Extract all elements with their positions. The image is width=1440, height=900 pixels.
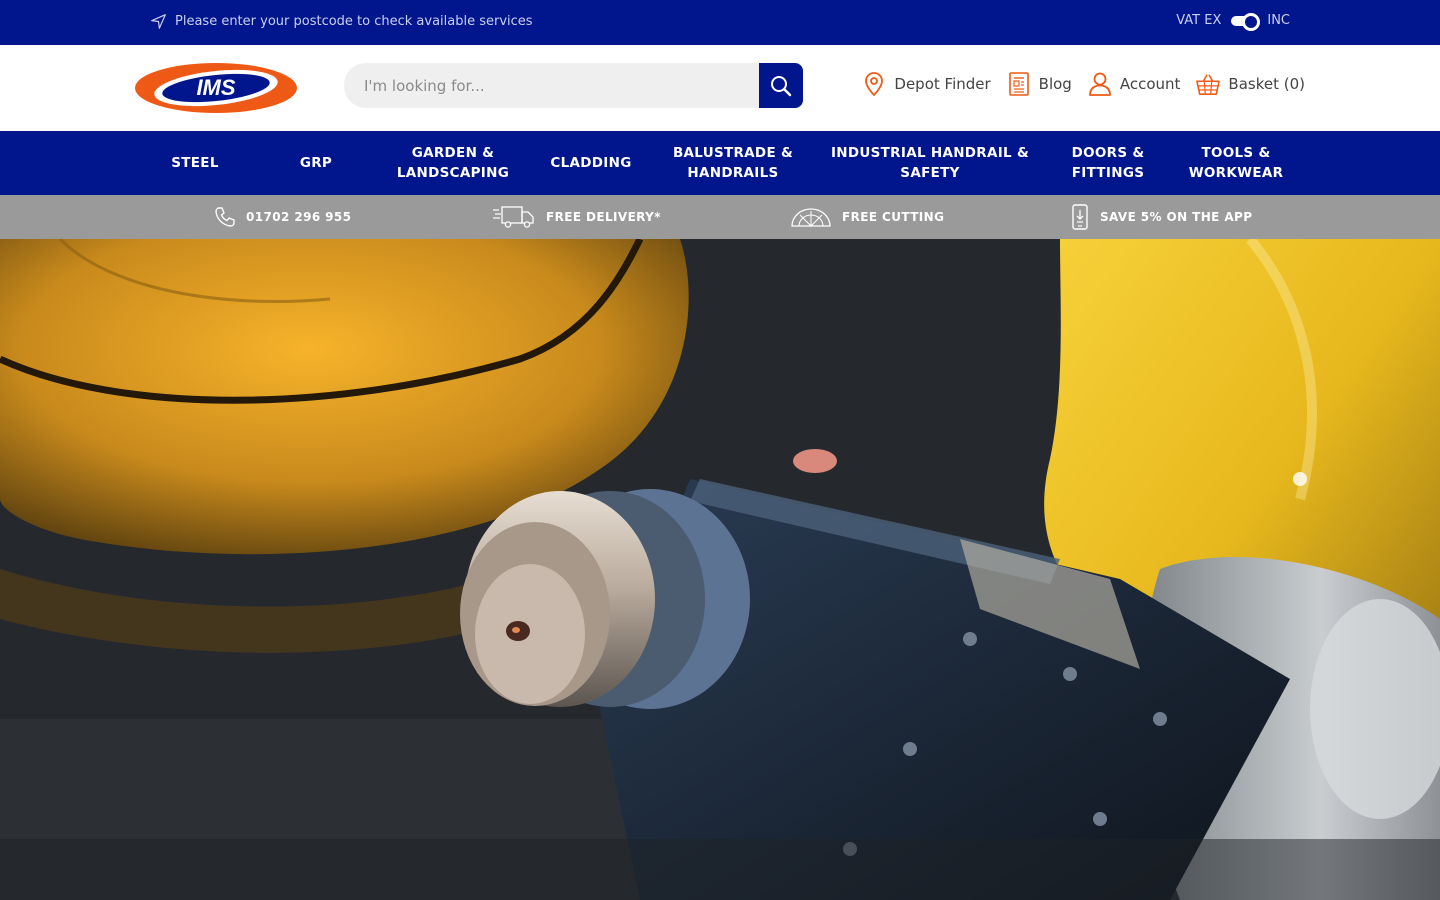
search-icon [771,75,792,96]
nav-label: DOORS & FITTINGS [1071,145,1145,181]
phone-icon [215,207,235,227]
nav-item-industrial-handrail-safety[interactable]: INDUSTRIAL HANDRAIL & SAFETY [822,131,1038,195]
nav-item-garden-landscaping[interactable]: GARDEN & LANDSCAPING [388,131,518,195]
nav-label: GRP [299,155,333,171]
search-bar [344,63,803,108]
location-arrow-icon [151,14,166,29]
truck-icon [493,206,534,228]
basket-link[interactable]: Basket (0) [1196,71,1305,97]
nav-item-cladding[interactable]: CLADDING [536,131,646,195]
usp-cutting-label: FREE CUTTING [842,210,945,224]
nav-label: STEEL [171,155,219,171]
vat-switch: VAT EX INC [1176,12,1290,31]
mobile-app-icon [1072,204,1088,230]
nav-item-balustrade-handrails[interactable]: BALUSTRADE & HANDRAILS [663,131,803,195]
nav-item-tools-workwear[interactable]: TOOLS & WORKWEAR [1180,131,1292,195]
site-header: IMS Depot Finder Blog Account Basket (0) [0,45,1440,131]
depot-finder-label: Depot Finder [894,75,991,93]
account-link[interactable]: Account [1088,71,1181,97]
nav-item-doors-fittings[interactable]: DOORS & FITTINGS [1058,131,1158,195]
blog-link[interactable]: Blog [1007,71,1072,97]
nav-label: CLADDING [550,155,632,171]
account-label: Account [1119,75,1181,93]
usp-delivery: FREE DELIVERY* [492,195,661,239]
depot-finder-link[interactable]: Depot Finder [862,71,991,97]
postcode-text: Please enter your postcode to check avai… [175,14,533,29]
main-nav: STEEL GRP GARDEN & LANDSCAPING CLADDING … [0,131,1440,195]
search-button[interactable] [759,63,803,108]
nav-label: BALUSTRADE & HANDRAILS [672,145,794,181]
postcode-prompt[interactable]: Please enter your postcode to check avai… [150,13,533,30]
vat-ex-label: VAT EX [1176,13,1222,28]
blog-icon [1008,72,1029,96]
map-pin-icon [865,72,884,97]
basket-icon [1196,74,1221,95]
nav-item-grp[interactable]: GRP [276,131,356,195]
usp-app[interactable]: SAVE 5% ON THE APP [1070,195,1252,239]
basket-label: Basket (0) [1228,75,1305,93]
usp-bar: 01702 296 955 FREE DELIVERY* FREE CUTTIN… [0,195,1440,239]
usp-cutting: FREE CUTTING [790,195,944,239]
nav-label: TOOLS & WORKWEAR [1188,145,1284,181]
top-bar: Please enter your postcode to check avai… [0,0,1440,45]
nav-label: INDUSTRIAL HANDRAIL & SAFETY [830,145,1030,181]
usp-delivery-label: FREE DELIVERY* [546,210,661,224]
usp-phone[interactable]: 01702 296 955 [214,195,351,239]
laser-cutter-illustration [0,239,1440,900]
ims-logo[interactable]: IMS [134,61,298,115]
svg-text:IMS: IMS [196,75,235,100]
header-links: Depot Finder Blog Account Basket (0) [862,71,1305,97]
search-input[interactable] [344,63,759,108]
blog-label: Blog [1038,75,1072,93]
usp-app-label: SAVE 5% ON THE APP [1100,210,1253,224]
hero-image [0,239,1440,900]
nav-label: GARDEN & LANDSCAPING [396,145,510,181]
user-icon [1088,72,1111,96]
vat-toggle[interactable] [1231,12,1261,31]
vat-inc-label: INC [1267,13,1290,28]
nav-item-steel[interactable]: STEEL [150,131,240,195]
protractor-icon [791,208,831,227]
usp-phone-label: 01702 296 955 [246,210,352,224]
